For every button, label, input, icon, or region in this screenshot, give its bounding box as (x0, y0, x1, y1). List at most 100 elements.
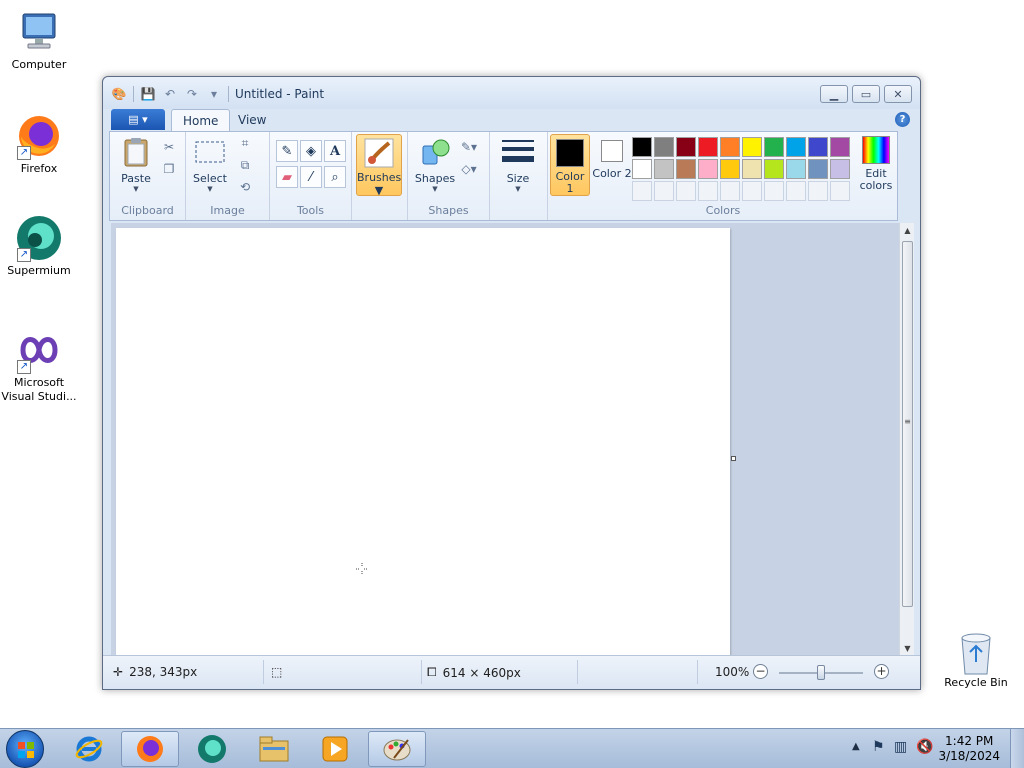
custom-color-slot[interactable] (698, 181, 718, 201)
paste-button[interactable]: Paste ▼ (118, 136, 154, 193)
eraser-icon[interactable]: ▰ (276, 166, 298, 188)
edit-colors-button[interactable]: Edit colors (856, 136, 896, 192)
custom-color-slot[interactable] (786, 181, 806, 201)
custom-color-slot[interactable] (632, 181, 652, 201)
undo-icon[interactable]: ↶ (162, 86, 178, 102)
palette-swatch[interactable] (764, 159, 784, 179)
zoom-slider-thumb[interactable] (817, 665, 825, 680)
palette-swatch[interactable] (830, 159, 850, 179)
show-hidden-icons-icon[interactable]: ▲ (852, 741, 860, 752)
zoom-in-button[interactable]: + (874, 664, 889, 679)
custom-color-slot[interactable] (764, 181, 784, 201)
close-button[interactable]: ✕ (884, 85, 912, 103)
network-icon[interactable]: ▥ (894, 739, 907, 755)
color-picker-icon[interactable]: ⁄ (300, 166, 322, 188)
palette-swatch[interactable] (654, 159, 674, 179)
taskbar-media-player[interactable] (306, 731, 364, 767)
desktop-icon-computer[interactable]: Computer (1, 8, 77, 72)
tab-home[interactable]: Home (171, 109, 231, 131)
desktop-icon-recycle-bin[interactable]: Recycle Bin (944, 630, 1008, 689)
palette-swatch[interactable] (830, 137, 850, 157)
resize-icon[interactable]: ⧉ (236, 156, 254, 174)
taskbar-internet-explorer[interactable] (60, 731, 118, 767)
palette-swatch[interactable] (698, 159, 718, 179)
palette-swatch[interactable] (808, 137, 828, 157)
tab-view[interactable]: View (227, 109, 277, 131)
palette-swatch[interactable] (676, 159, 696, 179)
custom-color-slot[interactable] (830, 181, 850, 201)
canvas-resize-handle[interactable] (731, 456, 736, 461)
group-label: Colors (705, 204, 741, 217)
desktop-icon-visual-studio[interactable]: ↗ Microsoft Visual Studi... (1, 326, 77, 404)
shape-fill-icon[interactable]: ◇▾ (460, 160, 478, 178)
custom-color-slot[interactable] (676, 181, 696, 201)
palette-swatch[interactable] (698, 137, 718, 157)
maximize-button[interactable]: ▭ (852, 85, 880, 103)
palette-swatch[interactable] (742, 159, 762, 179)
drawing-canvas[interactable] (116, 228, 730, 656)
palette-swatch[interactable] (632, 137, 652, 157)
size-button[interactable]: Size ▼ (498, 136, 538, 193)
rotate-icon[interactable]: ⟲ (236, 178, 254, 196)
quick-access-toolbar: 🎨 💾 ↶ ↷ ▾ (111, 86, 229, 102)
palette-swatch[interactable] (786, 137, 806, 157)
custom-color-slot[interactable] (808, 181, 828, 201)
copy-icon[interactable]: ❐ (160, 160, 178, 178)
minimize-button[interactable]: ▁ (820, 85, 848, 103)
save-icon[interactable]: 💾 (140, 86, 156, 102)
brushes-button[interactable]: Brushes ▼ (356, 134, 402, 197)
color1-button[interactable]: Color 1 (550, 134, 590, 196)
palette-swatch[interactable] (720, 159, 740, 179)
custom-color-slot[interactable] (720, 181, 740, 201)
palette-swatch[interactable] (808, 159, 828, 179)
magnifier-icon[interactable]: ⌕ (324, 166, 346, 188)
palette-swatch[interactable] (720, 137, 740, 157)
group-tools: ✎ ◈ A ▰ ⁄ ⌕ Tools (270, 132, 352, 220)
chevron-down-icon: ▼ (432, 185, 438, 193)
redo-icon[interactable]: ↷ (184, 86, 200, 102)
cut-icon[interactable]: ✂ (160, 138, 178, 156)
text-icon[interactable]: A (324, 140, 346, 162)
crop-icon[interactable]: ⌗ (236, 134, 254, 152)
customize-qat-icon[interactable]: ▾ (206, 86, 222, 102)
show-desktop-button[interactable] (1010, 729, 1024, 768)
palette-swatch[interactable] (786, 159, 806, 179)
taskbar-supermium[interactable] (183, 731, 241, 767)
custom-color-slot[interactable] (654, 181, 674, 201)
taskbar-firefox[interactable] (121, 731, 179, 767)
scroll-down-icon[interactable]: ▼ (900, 641, 915, 656)
color2-button[interactable]: Color 2 (592, 134, 632, 196)
start-button[interactable] (6, 730, 44, 768)
volume-muted-icon[interactable]: 🔇 (916, 739, 933, 755)
desktop-icon-supermium[interactable]: ↗ Supermium (1, 214, 77, 278)
custom-color-slot[interactable] (742, 181, 762, 201)
zoom-slider[interactable] (779, 665, 863, 680)
vertical-scrollbar[interactable]: ▲ ≡ ▼ (899, 223, 914, 656)
select-button[interactable]: Select ▼ (192, 136, 228, 193)
paint-app-icon[interactable]: 🎨 (111, 86, 127, 102)
fill-icon[interactable]: ◈ (300, 140, 322, 162)
shapes-button[interactable]: Shapes ▼ (414, 136, 456, 193)
desktop-icon-firefox[interactable]: ↗ Firefox (1, 112, 77, 176)
firefox-icon: ↗ (15, 112, 63, 160)
windows-logo-icon (18, 742, 34, 758)
crosshair-cursor-icon (356, 563, 368, 575)
palette-swatch[interactable] (742, 137, 762, 157)
help-icon[interactable]: ? (895, 112, 910, 127)
palette-swatch[interactable] (654, 137, 674, 157)
outline-icon[interactable]: ✎▾ (460, 138, 478, 156)
taskbar-clock[interactable]: 1:42 PM 3/18/2024 (938, 734, 1000, 764)
scroll-thumb[interactable]: ≡ (902, 241, 913, 607)
zoom-out-button[interactable]: − (753, 664, 768, 679)
palette-swatch[interactable] (632, 159, 652, 179)
color-palette (632, 137, 850, 201)
pencil-icon[interactable]: ✎ (276, 140, 298, 162)
taskbar-file-explorer[interactable] (245, 731, 303, 767)
window-controls: ▁ ▭ ✕ (820, 85, 912, 103)
palette-swatch[interactable] (676, 137, 696, 157)
scroll-up-icon[interactable]: ▲ (900, 223, 915, 238)
paint-menu-button[interactable]: ▤ ▾ (111, 109, 165, 130)
action-center-flag-icon[interactable]: ⚑ (872, 739, 885, 755)
palette-swatch[interactable] (764, 137, 784, 157)
taskbar-paint[interactable] (368, 731, 426, 767)
